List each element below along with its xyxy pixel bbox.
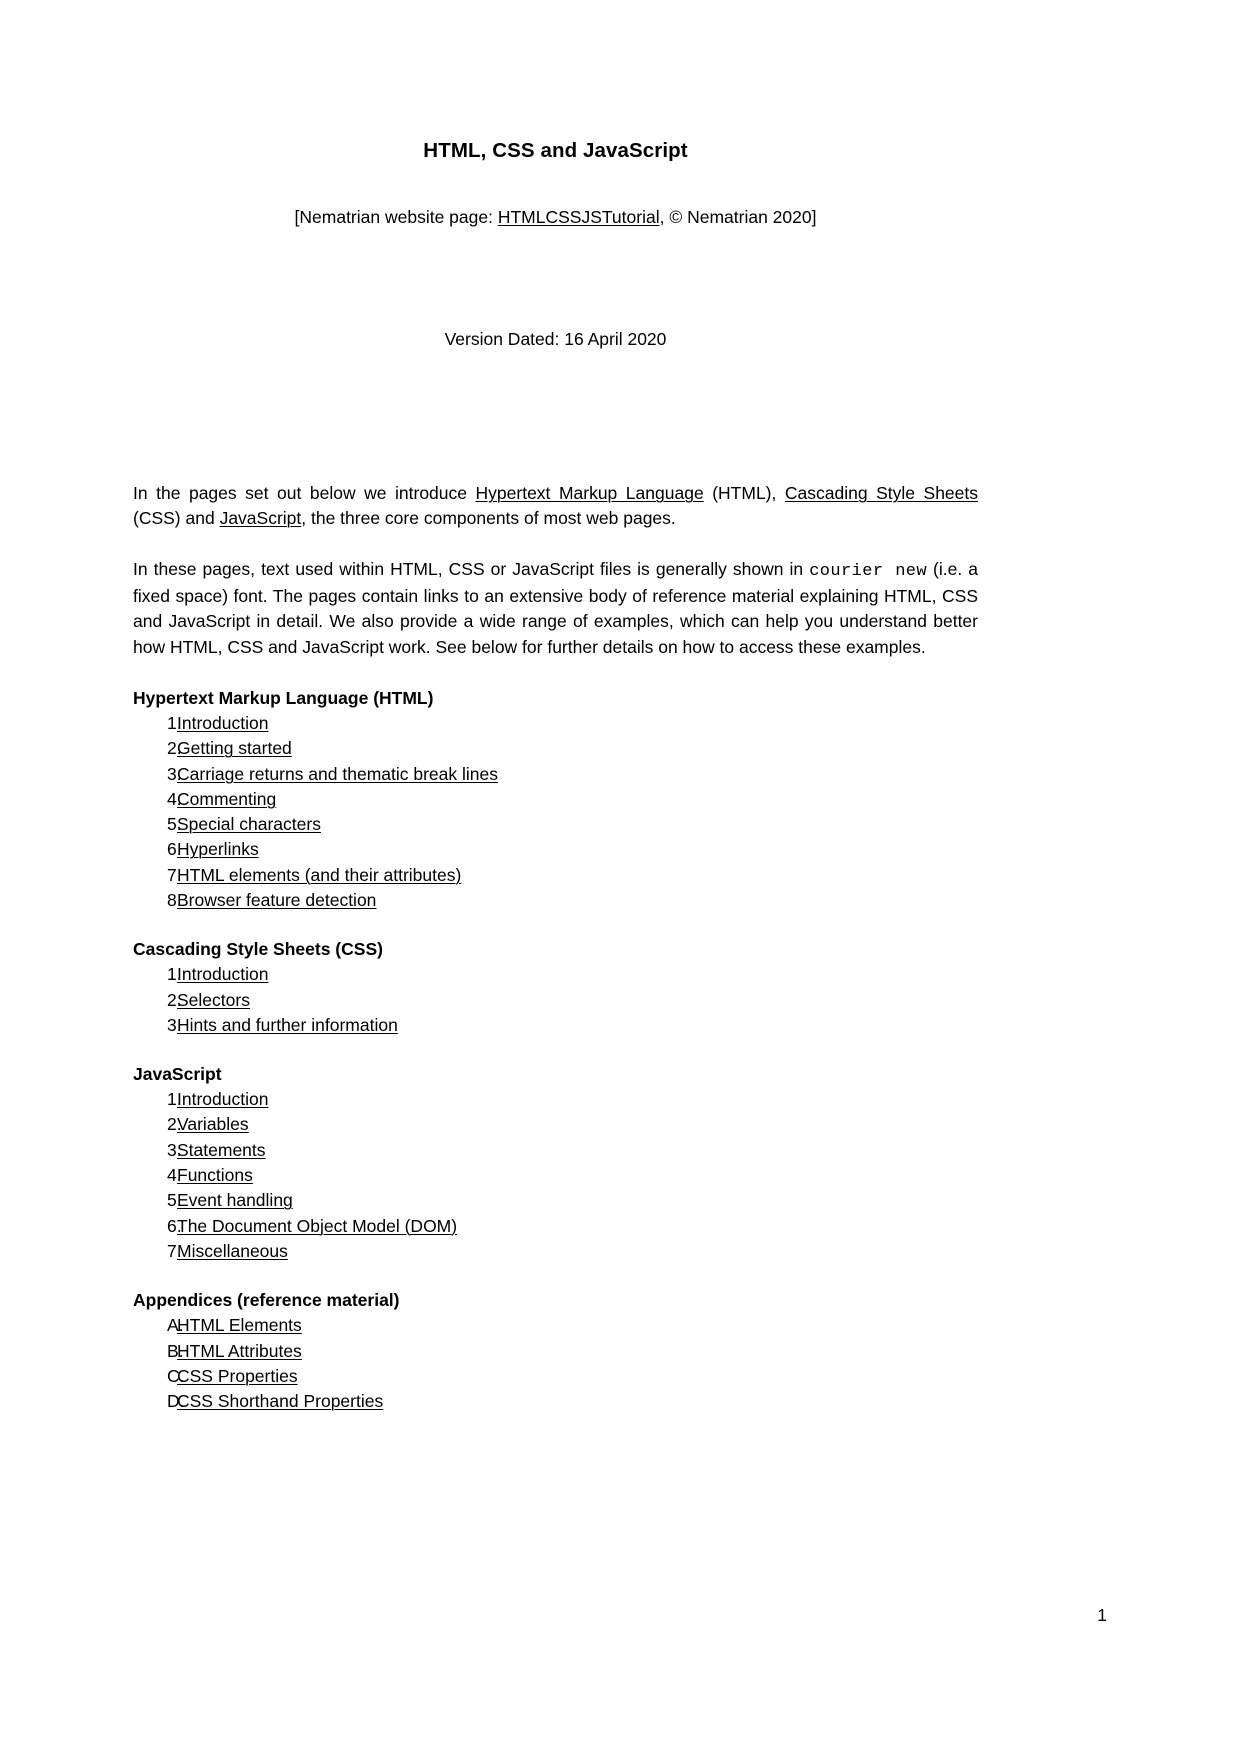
list-marker: 4. <box>167 788 182 809</box>
list-marker: 6. <box>167 839 182 860</box>
list-item[interactable]: 5. Special characters <box>133 812 978 837</box>
section-heading-appendices: Appendices (reference material) <box>133 1290 400 1311</box>
list-marker: 1. <box>167 712 182 733</box>
toc-link[interactable]: Miscellaneous <box>177 1239 288 1264</box>
intro-text-4: , the three core components of most web … <box>301 508 676 529</box>
toc-link[interactable]: Selectors <box>177 988 250 1013</box>
list-item[interactable]: 7. Miscellaneous <box>133 1239 978 1264</box>
toc-link[interactable]: HTML Elements <box>177 1313 302 1338</box>
page-title: HTML, CSS and JavaScript <box>423 139 688 162</box>
list-marker: C. <box>167 1365 185 1386</box>
toc-list-html: 1. Introduction 2. Getting started 3. Carri… <box>133 711 978 913</box>
list-marker: 2. <box>167 738 182 759</box>
tutorial-link[interactable]: HTMLCSSJSTutorial <box>498 207 660 227</box>
list-item[interactable]: 2. Selectors <box>133 988 978 1013</box>
version-date: Version Dated: 16 April 2020 <box>444 329 667 350</box>
toc-link[interactable]: The Document Object Model (DOM) <box>177 1214 457 1239</box>
document-page: HTML, CSS and JavaScript [Nematrian webs… <box>0 0 1240 1754</box>
section-javascript: JavaScript 1. Introduction 2. Variables 3.… <box>133 1038 978 1264</box>
toc-link[interactable]: Statements <box>177 1138 266 1163</box>
section-appendices: Appendices (reference material) A. HTML E… <box>133 1264 978 1414</box>
source-suffix: , © Nematrian 2020] <box>659 206 817 227</box>
list-marker: 4. <box>167 1165 182 1186</box>
list-marker: 7. <box>167 864 182 885</box>
section-html: Hypertext Markup Language (HTML) 1. Intro… <box>133 660 978 913</box>
document-source-line: [Nematrian website page: HTMLCSSJSTutori… <box>133 164 978 229</box>
list-item[interactable]: 6. Hyperlinks <box>133 837 978 862</box>
list-marker: 2. <box>167 1114 182 1135</box>
toc-link[interactable]: Getting started <box>177 736 292 761</box>
list-marker: 5. <box>167 1190 182 1211</box>
list-marker: 3. <box>167 1139 182 1160</box>
toc-link[interactable]: Introduction <box>177 962 268 987</box>
toc-link[interactable]: Commenting <box>177 787 276 812</box>
list-marker: 3. <box>167 1014 182 1035</box>
cascading-style-sheets-link[interactable]: Cascading Style Sheets <box>785 483 978 503</box>
list-marker: A. <box>167 1315 184 1336</box>
intro-text-1: In the pages set out below we introduce <box>133 483 476 504</box>
toc-link[interactable]: CSS Shorthand Properties <box>177 1389 383 1414</box>
page-number: 1 <box>1097 1605 1107 1625</box>
list-marker: D. <box>167 1391 185 1412</box>
list-item[interactable]: 3. Hints and further information <box>133 1013 978 1038</box>
section-heading-javascript: JavaScript <box>133 1064 222 1085</box>
toc-link[interactable]: Introduction <box>177 1087 268 1112</box>
list-marker: B. <box>167 1340 184 1361</box>
list-item[interactable]: 8. Browser feature detection <box>133 888 978 913</box>
list-item[interactable]: D. CSS Shorthand Properties <box>133 1389 978 1414</box>
intro-paragraph: In the pages set out below we introduce … <box>133 351 978 532</box>
section-css: Cascading Style Sheets (CSS) 1. Introduct… <box>133 913 978 1038</box>
toc-link[interactable]: HTML elements (and their attributes) <box>177 863 461 888</box>
toc-link[interactable]: Browser feature detection <box>177 888 376 913</box>
section-heading-html: Hypertext Markup Language (HTML) <box>133 687 434 708</box>
list-item[interactable]: 1. Introduction <box>133 962 978 987</box>
toc-link[interactable]: Carriage returns and thematic break line… <box>177 762 498 787</box>
list-item[interactable]: 5. Event handling <box>133 1188 978 1213</box>
toc-link[interactable]: Special characters <box>177 812 321 837</box>
toc-link[interactable]: Hints and further information <box>177 1013 398 1038</box>
list-marker: 3. <box>167 763 182 784</box>
list-item[interactable]: 6. The Document Object Model (DOM) <box>133 1214 978 1239</box>
list-item[interactable]: 1. Introduction <box>133 1087 978 1112</box>
list-item[interactable]: 3. Carriage returns and thematic break li… <box>133 762 978 787</box>
list-marker: 1. <box>167 1089 182 1110</box>
second-paragraph: In these pages, text used within HTML, C… <box>133 532 978 660</box>
list-item[interactable]: A. HTML Elements <box>133 1313 978 1338</box>
toc-list-css: 1. Introduction 2. Selectors 3. Hints and f… <box>133 962 978 1038</box>
toc-list-appendices: A. HTML Elements B. HTML Attributes C. CSS … <box>133 1313 978 1414</box>
toc-link[interactable]: Introduction <box>177 711 268 736</box>
toc-link[interactable]: Event handling <box>177 1188 293 1213</box>
second-text-1: In these pages, text used within HTML, C… <box>133 558 810 579</box>
list-marker: 7. <box>167 1240 182 1261</box>
toc-link[interactable]: CSS Properties <box>177 1364 298 1389</box>
list-item[interactable]: 4. Functions <box>133 1163 978 1188</box>
list-item[interactable]: 2. Getting started <box>133 736 978 761</box>
list-item[interactable]: 3. Statements <box>133 1138 978 1163</box>
section-heading-css: Cascading Style Sheets (CSS) <box>133 939 383 960</box>
list-marker: 2. <box>167 989 182 1010</box>
list-item[interactable]: 4. Commenting <box>133 787 978 812</box>
toc-link[interactable]: HTML Attributes <box>177 1339 302 1364</box>
list-marker: 8. <box>167 889 182 910</box>
source-prefix: [Nematrian website page: <box>294 206 498 227</box>
courier-new-sample: courier new <box>809 561 928 581</box>
toc-list-javascript: 1. Introduction 2. Variables 3. Statements … <box>133 1087 978 1264</box>
list-marker: 5. <box>167 814 182 835</box>
list-item[interactable]: 7. HTML elements (and their attributes) <box>133 863 978 888</box>
toc-link[interactable]: Variables <box>177 1112 249 1137</box>
toc-link[interactable]: Hyperlinks <box>177 837 259 862</box>
list-item[interactable]: B. HTML Attributes <box>133 1339 978 1364</box>
list-item[interactable]: C. CSS Properties <box>133 1364 978 1389</box>
list-item[interactable]: 1. Introduction <box>133 711 978 736</box>
list-item[interactable]: 2. Variables <box>133 1112 978 1137</box>
intro-text-3: (CSS) and <box>133 508 220 529</box>
javascript-link[interactable]: JavaScript <box>220 508 302 528</box>
toc-link[interactable]: Functions <box>177 1163 253 1188</box>
intro-text-2: (HTML), <box>703 483 785 504</box>
hypertext-markup-language-link[interactable]: Hypertext Markup Language <box>476 483 704 503</box>
list-marker: 1. <box>167 964 182 985</box>
list-marker: 6. <box>167 1215 182 1236</box>
document-content: HTML, CSS and JavaScript [Nematrian webs… <box>133 0 978 1414</box>
